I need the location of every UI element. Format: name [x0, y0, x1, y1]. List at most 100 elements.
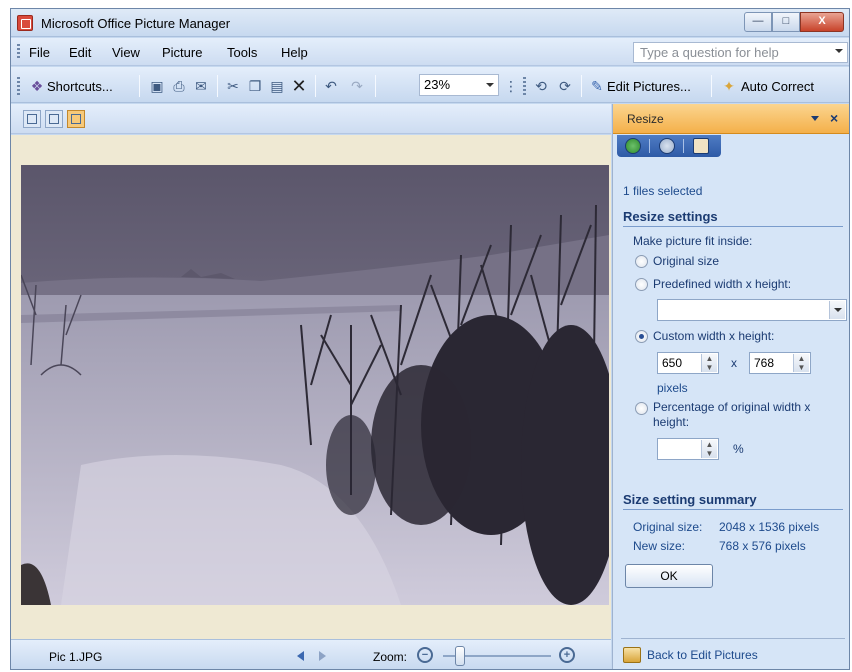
toolbar-options-icon[interactable]: ⋮ [503, 78, 519, 94]
delete-icon[interactable]: ✕ [291, 77, 307, 95]
zoom-percentage-value: 23% [424, 77, 451, 92]
dimension-times-symbol: x [731, 356, 737, 370]
menu-bar: File Edit View Picture Tools Help Type a… [11, 38, 849, 66]
menu-picture[interactable]: Picture [162, 45, 202, 60]
view-toolbar [11, 104, 611, 134]
width-spinner-icon[interactable]: ▲ ▼ [701, 354, 717, 372]
original-size-label: Original size: [633, 520, 703, 534]
menu-view[interactable]: View [112, 45, 140, 60]
option-percentage-line1[interactable]: Percentage of original width x [653, 400, 810, 414]
radio-predefined-size[interactable] [635, 278, 648, 291]
rotate-right-icon[interactable]: ⟳ [557, 78, 573, 94]
shortcuts-button[interactable]: Shortcuts... [47, 79, 113, 94]
paste-icon[interactable]: ▤ [269, 78, 285, 94]
copy-icon[interactable]: ❐ [247, 78, 263, 94]
new-size-value: 768 x 576 pixels [719, 539, 806, 553]
filmstrip-view-icon [49, 114, 59, 124]
back-to-edit-pictures-link[interactable]: Back to Edit Pictures [647, 648, 758, 662]
zoom-slider-thumb[interactable] [455, 646, 465, 666]
toolbar-grip[interactable] [523, 77, 526, 95]
new-size-label: New size: [633, 539, 686, 553]
radio-original-size[interactable] [635, 255, 648, 268]
predefined-size-select[interactable] [657, 299, 847, 321]
resize-task-pane: Resize × 1 files selected Resize setting… [612, 104, 849, 669]
title-bar[interactable]: Microsoft Office Picture Manager — □ X [11, 9, 849, 37]
filmstrip-view-button[interactable] [45, 110, 63, 128]
toolbar-separator [315, 75, 316, 97]
single-picture-view-button[interactable] [67, 110, 85, 128]
option-custom-size[interactable]: Custom width x height: [653, 329, 774, 343]
original-size-value: 2048 x 1536 pixels [719, 520, 820, 534]
percent-symbol: % [733, 442, 744, 456]
auto-correct-icon[interactable]: ✦ [721, 78, 737, 94]
cut-icon[interactable]: ✂ [225, 78, 241, 94]
rotate-left-icon[interactable]: ⟲ [533, 78, 549, 94]
custom-height-value: 768 [754, 356, 775, 370]
menu-grip[interactable] [17, 44, 20, 60]
custom-height-input[interactable]: 768 ▲ ▼ [749, 352, 811, 374]
toolbar-separator [711, 75, 712, 97]
edit-pictures-icon[interactable]: ✎ [589, 78, 605, 94]
help-search-input[interactable]: Type a question for help [633, 42, 848, 63]
zoom-label: Zoom: [373, 650, 408, 664]
thumbnail-view-button[interactable] [23, 110, 41, 128]
photo-image [21, 165, 609, 605]
home-icon[interactable] [693, 138, 709, 154]
percentage-spinner-icon[interactable]: ▲ ▼ [701, 440, 717, 458]
menu-edit[interactable]: Edit [69, 45, 91, 60]
zoom-out-icon[interactable]: − [417, 647, 433, 663]
menu-tools[interactable]: Tools [227, 45, 257, 60]
option-predefined-size[interactable]: Predefined width x height: [653, 277, 791, 291]
nav-separator [649, 139, 650, 153]
radio-percentage[interactable] [635, 402, 648, 415]
files-selected-count: 1 files selected [623, 184, 703, 198]
chevron-down-icon[interactable] [486, 83, 494, 87]
minimize-button[interactable]: — [744, 12, 772, 32]
app-window: Microsoft Office Picture Manager — □ X F… [10, 8, 850, 670]
print-icon[interactable]: ⎙ [171, 78, 187, 94]
toolbar-grip[interactable] [17, 77, 20, 95]
window-title: Microsoft Office Picture Manager [41, 16, 231, 31]
percentage-input[interactable]: ▲ ▼ [657, 438, 719, 460]
forward-arrow-icon[interactable] [659, 138, 675, 154]
height-spinner-icon[interactable]: ▲ ▼ [793, 354, 809, 372]
ok-button[interactable]: OK [625, 564, 713, 588]
resize-settings-heading: Resize settings [623, 209, 843, 227]
pixels-unit-label: pixels [657, 381, 688, 395]
task-pane-navigation [617, 135, 721, 157]
redo-icon[interactable]: ↷ [349, 78, 365, 94]
current-filename: Pic 1.JPG [49, 650, 103, 664]
previous-picture-icon[interactable] [297, 651, 304, 661]
custom-width-input[interactable]: 650 ▲ ▼ [657, 352, 719, 374]
option-original-size[interactable]: Original size [653, 254, 719, 268]
single-picture-view-icon [71, 114, 81, 124]
close-icon[interactable]: × [830, 110, 838, 126]
chevron-down-icon[interactable] [835, 49, 843, 53]
zoom-in-icon[interactable]: + [559, 647, 575, 663]
size-summary-heading: Size setting summary [623, 492, 843, 510]
chevron-down-icon[interactable] [811, 116, 819, 121]
toolbar-separator [217, 75, 218, 97]
shortcuts-icon[interactable]: ❖ [29, 78, 45, 94]
close-button[interactable]: X [800, 12, 844, 32]
save-icon[interactable]: ▣ [149, 78, 165, 94]
task-pane-title: Resize [627, 112, 664, 126]
task-pane-header: Resize × [613, 104, 849, 134]
auto-correct-button[interactable]: Auto Correct [741, 79, 814, 94]
edit-pictures-icon[interactable] [623, 647, 641, 663]
thumbnail-view-icon [27, 114, 37, 124]
chevron-down-icon[interactable] [829, 301, 845, 319]
back-arrow-icon[interactable] [625, 138, 641, 154]
maximize-button[interactable]: □ [772, 12, 800, 32]
picture-manager-icon[interactable] [17, 15, 33, 31]
edit-pictures-button[interactable]: Edit Pictures... [607, 79, 691, 94]
menu-help[interactable]: Help [281, 45, 308, 60]
next-picture-icon[interactable] [319, 651, 326, 661]
undo-icon[interactable]: ↶ [323, 78, 339, 94]
option-percentage-line2[interactable]: height: [653, 415, 689, 429]
radio-custom-size[interactable] [635, 330, 648, 343]
menu-file[interactable]: File [29, 45, 50, 60]
picture-canvas[interactable] [11, 135, 611, 639]
mail-icon[interactable]: ✉ [193, 78, 209, 94]
zoom-percentage-select[interactable]: 23% [419, 74, 499, 96]
